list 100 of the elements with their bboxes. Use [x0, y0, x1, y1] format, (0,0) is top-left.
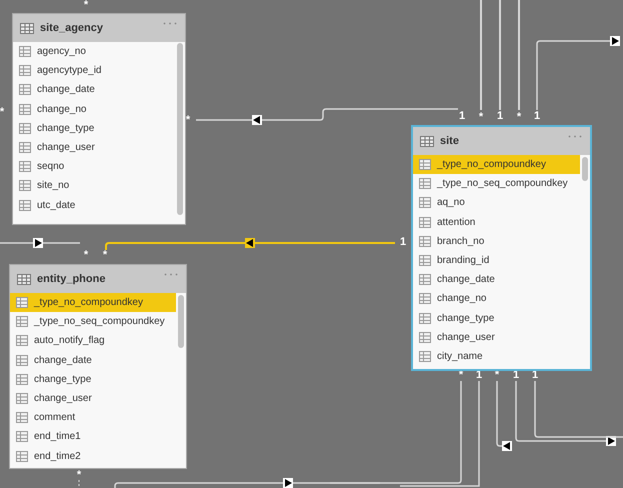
table-name: site_agency	[40, 22, 104, 34]
more-icon[interactable]	[163, 22, 177, 25]
column-row[interactable]: attention	[413, 212, 580, 232]
column-icon	[419, 312, 431, 324]
cardinality-label: *	[0, 106, 4, 118]
column-icon	[419, 159, 431, 170]
column-icon	[16, 412, 28, 424]
column-row[interactable]: change_no	[13, 100, 175, 119]
column-row[interactable]: _type_no_compoundkey	[10, 293, 176, 312]
column-name: utc_date	[37, 200, 76, 211]
table-icon	[20, 22, 34, 34]
column-name: change_type	[37, 122, 94, 134]
scrollbar-thumb[interactable]	[177, 43, 183, 215]
column-icon	[419, 293, 431, 304]
column-row[interactable]: auto_notify_flag	[10, 331, 176, 351]
column-row[interactable]: change_user	[13, 138, 175, 158]
cardinality-label: *	[478, 111, 484, 123]
column-icon	[419, 274, 431, 286]
column-row[interactable]: branding_id	[413, 250, 580, 270]
column-icon	[19, 104, 31, 115]
column-name: seqno	[37, 161, 64, 172]
table-card[interactable]: site _type_no_compoundkey _type_no_seq_compoundkey aq_no attention branch_no branding_id change_date change_no change_type change_user city_name	[411, 125, 592, 371]
column-row[interactable]: change_type	[413, 308, 580, 328]
column-icon	[419, 332, 431, 343]
table-icon	[17, 274, 31, 284]
table-card[interactable]: entity_phone _type_no_compoundkey _type_no_seq_compoundkey auto_notify_flag change_date change_type change_user comment end_time1 end_time2	[9, 264, 187, 469]
column-name: branch_no	[437, 236, 484, 247]
column-name: agency_no	[37, 46, 86, 58]
column-name: site_no	[37, 180, 70, 192]
column-name: end_time1	[34, 431, 81, 442]
column-icon	[19, 200, 31, 211]
table-card[interactable]: site_agency agency_no agencytype_id change_date change_no change_type change_user seqno site_no utc_date	[12, 13, 186, 225]
column-name: _type_no_compoundkey	[34, 297, 143, 308]
relationship-line[interactable]	[496, 381, 512, 451]
column-row[interactable]: utc_date	[13, 196, 175, 215]
column-name: attention	[437, 216, 476, 228]
column-icon	[16, 450, 28, 462]
cardinality-label: 1	[534, 110, 540, 122]
column-icon	[16, 297, 28, 308]
cardinality-label: 1	[496, 110, 504, 122]
column-name: change_user	[37, 142, 95, 154]
column-name: change_no	[437, 293, 486, 304]
cardinality-label: *	[84, 249, 88, 261]
column-icon	[16, 374, 28, 385]
column-icon	[16, 335, 28, 346]
column-icon	[419, 216, 431, 228]
column-icon	[419, 236, 431, 247]
column-name: _type_no_seq_compoundkey	[34, 316, 165, 328]
more-icon[interactable]	[164, 273, 178, 276]
column-row[interactable]: change_date	[10, 350, 176, 370]
column-icon	[19, 161, 31, 172]
column-row[interactable]: _type_no_seq_compoundkey	[413, 174, 580, 194]
scrollbar-thumb[interactable]	[582, 157, 588, 181]
column-name: change_user	[34, 393, 92, 404]
relationship-line[interactable]	[0, 238, 80, 248]
column-icon	[19, 65, 31, 76]
column-icon	[16, 393, 28, 404]
column-name: _type_no_seq_compoundkey	[437, 178, 568, 190]
column-name: comment	[34, 412, 76, 424]
column-row[interactable]: end_time1	[10, 427, 176, 446]
column-name: aq_no	[437, 197, 465, 208]
column-icon	[19, 122, 31, 134]
column-name: end_time2	[34, 450, 81, 462]
column-row[interactable]: agencytype_id	[13, 61, 175, 80]
column-row[interactable]: _type_no_seq_compoundkey	[10, 312, 176, 332]
column-row[interactable]: aq_no	[413, 193, 580, 213]
column-name: _type_no_compoundkey	[437, 159, 546, 170]
column-row[interactable]: seqno	[13, 157, 175, 176]
column-row[interactable]: change_user	[413, 328, 580, 347]
column-name: change_type	[34, 374, 92, 385]
cardinality-label: 1	[400, 236, 406, 248]
cardinality-label: 1	[458, 110, 466, 122]
column-row[interactable]: comment	[10, 408, 176, 428]
column-row[interactable]: branch_no	[413, 232, 580, 251]
scrollbar-thumb[interactable]	[178, 295, 184, 348]
cardinality-label: *	[102, 249, 108, 261]
column-name: agencytype_id	[37, 65, 102, 76]
column-row[interactable]: change_date	[13, 80, 175, 100]
column-name: auto_notify_flag	[34, 335, 105, 346]
column-name: change_type	[437, 312, 494, 324]
column-row[interactable]: change_user	[10, 388, 176, 408]
column-row[interactable]: change_type	[10, 370, 176, 389]
column-icon	[19, 180, 31, 192]
column-row[interactable]: site_no	[13, 176, 175, 196]
more-icon[interactable]	[568, 135, 582, 138]
column-row[interactable]: city_name	[413, 346, 580, 366]
column-name: change_user	[437, 332, 495, 343]
column-icon	[19, 84, 31, 96]
column-row[interactable]: change_type	[13, 118, 175, 138]
column-row[interactable]: change_no	[413, 289, 580, 308]
column-row[interactable]: end_time2	[10, 446, 176, 466]
column-icon	[16, 316, 28, 328]
column-name: city_name	[437, 350, 483, 362]
column-name: change_date	[437, 274, 495, 286]
column-row[interactable]: change_date	[413, 270, 580, 290]
column-row[interactable]: _type_no_compoundkey	[413, 155, 580, 174]
column-row[interactable]: agency_no	[13, 42, 175, 62]
column-name: branding_id	[437, 255, 490, 266]
column-icon	[419, 255, 431, 266]
cardinality-label: *	[516, 111, 522, 123]
